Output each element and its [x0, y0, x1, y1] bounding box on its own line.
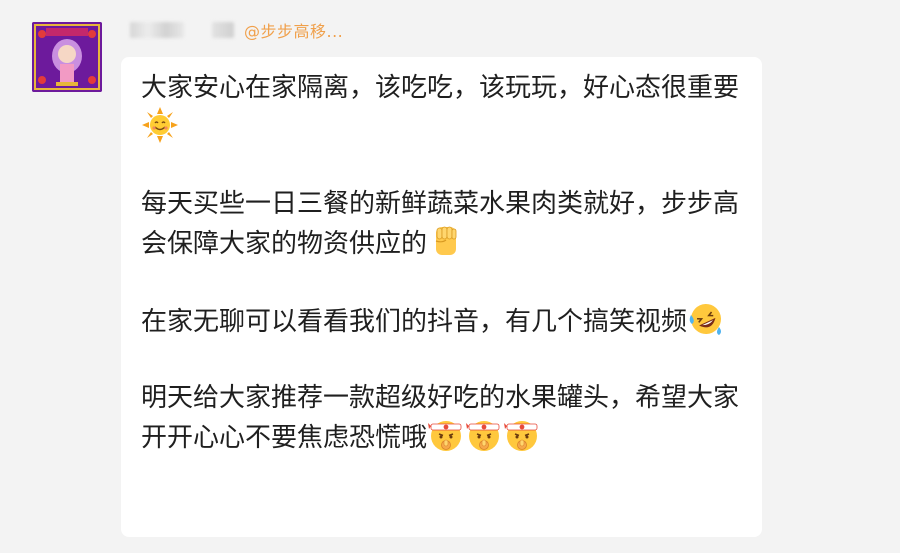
raised-fist-icon: [435, 226, 457, 255]
message-paragraph: 大家安心在家隔离，该吃吃，该玩玩，好心态很重要: [141, 69, 746, 147]
paragraph-text: 在家无聊可以看看我们的抖音，有几个搞笑视频: [141, 307, 688, 337]
message-paragraph: 每天买些一日三餐的新鲜蔬菜水果肉类就好，步步高会保障大家的物资供应的: [141, 185, 746, 263]
redacted-username: [130, 22, 184, 38]
headband-face-icon: [504, 421, 538, 451]
message-text: 大家安心在家隔离，该吃吃，该玩玩，好心态很重要 每天买些一日三餐的新鲜蔬菜水果肉…: [141, 69, 746, 457]
rolling-laugh-icon: [689, 304, 722, 335]
message-paragraph: 明天给大家推荐一款超级好吃的水果罐头，希望大家开开心心不要焦虑恐慌哦: [141, 379, 746, 457]
chat-message-row: @步步高移... 大家安心在家隔离，该吃吃，该玩玩，好心态很重要 每天买些一日三…: [0, 0, 900, 553]
sender-line: @步步高移...: [130, 18, 343, 42]
headband-face-icon: [466, 421, 500, 451]
message-paragraph: 在家无聊可以看看我们的抖音，有几个搞笑视频: [141, 301, 746, 341]
redacted-badge: [212, 22, 234, 38]
headband-face-icon: [428, 421, 462, 451]
group-nickname[interactable]: @步步高移...: [244, 18, 343, 42]
paragraph-text: 大家安心在家隔离，该吃吃，该玩玩，好心态很重要: [141, 73, 740, 103]
avatar[interactable]: [32, 22, 102, 92]
message-bubble[interactable]: 大家安心在家隔离，该吃吃，该玩玩，好心态很重要 每天买些一日三餐的新鲜蔬菜水果肉…: [121, 57, 762, 537]
sun-smile-icon: [142, 107, 178, 143]
avatar-image: [32, 22, 102, 92]
